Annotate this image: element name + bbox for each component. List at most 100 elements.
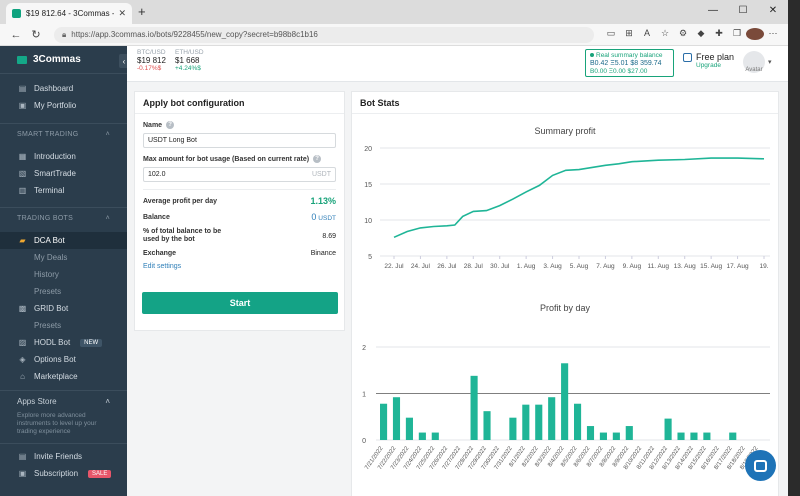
sidebar-item-grid-bot[interactable]: ▩ GRID Bot bbox=[0, 300, 127, 317]
profit-bar[interactable] bbox=[612, 432, 620, 440]
section-trading-bots[interactable]: TRADING BOTS ˄ bbox=[0, 207, 127, 229]
back-icon[interactable]: ← bbox=[6, 29, 26, 41]
profit-bar[interactable] bbox=[483, 411, 491, 440]
sidebar-item-marketplace[interactable]: ⌂ Marketplace bbox=[0, 368, 127, 385]
plan-info[interactable]: Free plan Upgrade bbox=[683, 52, 734, 69]
profit-bar[interactable] bbox=[625, 426, 633, 440]
menu-dots-icon[interactable]: ⋯ bbox=[764, 28, 782, 42]
sidebar-item-smarttrade[interactable]: ▧ SmartTrade bbox=[0, 165, 127, 182]
sidebar-item-introduction[interactable]: ▦ Introduction bbox=[0, 148, 127, 165]
favorite-star-icon[interactable]: ☆ bbox=[656, 28, 674, 42]
profit-bar[interactable] bbox=[690, 432, 698, 440]
new-tab-button[interactable]: + bbox=[138, 4, 146, 19]
sidebar-item-terminal[interactable]: ▥ Terminal bbox=[0, 182, 127, 199]
avatar[interactable]: Avatar bbox=[743, 51, 765, 73]
edit-settings-link[interactable]: Edit settings bbox=[143, 263, 336, 270]
collections-icon[interactable]: ❐ bbox=[728, 28, 746, 42]
brand-icon bbox=[17, 55, 27, 64]
chevron-down-icon[interactable]: ▾ bbox=[768, 58, 772, 66]
sidebar-item-history[interactable]: History bbox=[0, 266, 127, 283]
browser-toolbar: ▭ ⊞ A ☆ ⚙ ◆ ✚ ❐ ⋯ bbox=[602, 27, 782, 42]
profit-bar[interactable] bbox=[418, 432, 426, 440]
profit-bar[interactable] bbox=[548, 397, 556, 440]
profit-bar[interactable] bbox=[470, 375, 478, 440]
puzzle-icon[interactable]: ✚ bbox=[710, 28, 728, 42]
profit-bar[interactable] bbox=[574, 403, 582, 440]
section-smart-trading[interactable]: SMART TRADING ˄ bbox=[0, 123, 127, 145]
read-aloud-icon[interactable]: A bbox=[638, 28, 656, 42]
profit-bar[interactable] bbox=[703, 432, 711, 440]
url-field[interactable]: 🔒︎ https://app.3commas.io/bots/9228455/n… bbox=[54, 26, 594, 43]
chevron-up-icon: ˄ bbox=[105, 397, 110, 406]
chat-support-button[interactable] bbox=[745, 450, 776, 481]
sidebar-item-dashboard[interactable]: ▤ Dashboard bbox=[0, 80, 127, 97]
sidebar-item-portfolio[interactable]: ▣ My Portfolio bbox=[0, 97, 127, 114]
introduction-icon: ▦ bbox=[18, 152, 27, 161]
sidebar-item-dca-bot[interactable]: ▰ DCA Bot bbox=[0, 232, 127, 249]
maximize-button[interactable]: ☐ bbox=[728, 0, 758, 20]
sidebar-item-my-deals[interactable]: My Deals bbox=[0, 249, 127, 266]
profit-bar[interactable] bbox=[561, 363, 569, 440]
profit-bar[interactable] bbox=[509, 417, 517, 440]
profit-bar[interactable] bbox=[664, 418, 672, 440]
profit-bar[interactable] bbox=[535, 404, 543, 440]
exchange-row: Exchange Binance bbox=[143, 250, 336, 257]
smarttrade-icon: ▧ bbox=[18, 169, 27, 178]
profit-bar[interactable] bbox=[431, 432, 439, 440]
x-tick-label: 7. Aug bbox=[596, 263, 615, 270]
profit-bar[interactable] bbox=[599, 432, 607, 440]
profit-bar[interactable] bbox=[586, 426, 595, 440]
sidebar-item-subscription[interactable]: ▣ Subscription SALE bbox=[0, 465, 127, 482]
profit-bar[interactable] bbox=[522, 404, 530, 440]
summary-balance-box[interactable]: Real summary balance B0.42 Ξ5.01 $8 359.… bbox=[585, 49, 674, 77]
dashboard-icon: ▤ bbox=[18, 84, 27, 93]
sidebar-item-hodl-bot[interactable]: ▨ HODL Bot NEW bbox=[0, 334, 127, 351]
chevron-up-icon: ˄ bbox=[105, 131, 110, 138]
metamask-icon[interactable]: ◆ bbox=[692, 28, 710, 42]
apps-icon[interactable]: ⊞ bbox=[620, 28, 638, 42]
sidebar-item-presets[interactable]: Presets bbox=[0, 283, 127, 300]
max-amount-label: Max amount for bot usage (Based on curre… bbox=[143, 155, 336, 163]
chevron-up-icon: ˄ bbox=[105, 215, 110, 222]
bot-name-input[interactable]: USDT Long Bot bbox=[143, 133, 336, 148]
start-button[interactable]: Start bbox=[142, 292, 338, 314]
options-bot-icon: ◈ bbox=[19, 355, 26, 364]
profit-bar[interactable] bbox=[392, 397, 401, 440]
screen-icon[interactable]: ▭ bbox=[602, 28, 620, 42]
browser-tab[interactable]: $19 812.64 - 3Commas - Crypto ✕ bbox=[6, 3, 132, 24]
profit-bar[interactable] bbox=[677, 432, 685, 440]
sidebar-item-grid-presets[interactable]: Presets bbox=[0, 317, 127, 334]
brand-logo[interactable]: 3Commas bbox=[0, 46, 127, 74]
x-tick-label: 28. Jul bbox=[464, 263, 484, 270]
close-window-button[interactable]: ✕ bbox=[758, 0, 788, 20]
sale-badge: SALE bbox=[88, 469, 112, 478]
profit-bar[interactable] bbox=[405, 417, 413, 440]
btc-ticker[interactable]: BTC/USD $19 812 -0.17%$ bbox=[137, 49, 166, 73]
reload-icon[interactable]: ↻ bbox=[26, 28, 46, 41]
x-tick-label: 15. Aug bbox=[700, 263, 722, 270]
minimize-button[interactable]: — bbox=[698, 0, 728, 20]
profit-by-day-chart: 0127/21/20227/22/20227/23/20227/24/20227… bbox=[362, 345, 770, 471]
avg-profit-row: Average profit per day 1.13% bbox=[143, 196, 336, 206]
url-text: https://app.3commas.io/bots/9228455/new_… bbox=[71, 30, 318, 39]
x-tick-label: 24. Jul bbox=[411, 263, 431, 270]
sidebar-item-invite-friends[interactable]: ▤ Invite Friends bbox=[0, 448, 127, 465]
upgrade-link[interactable]: Upgrade bbox=[696, 62, 734, 69]
x-tick-label: 17. Aug bbox=[727, 263, 749, 270]
profit-bar[interactable] bbox=[729, 432, 737, 440]
y-tick-label: 10 bbox=[364, 218, 372, 225]
section-apps-store[interactable]: Apps Store ˄ bbox=[0, 390, 127, 412]
extension-icon[interactable]: ⚙ bbox=[674, 28, 692, 42]
profit-bar[interactable] bbox=[380, 403, 388, 440]
balance-pct-row: % of total balance to be used by the bot… bbox=[143, 228, 336, 243]
sidebar-item-options-bot[interactable]: ◈ Options Bot bbox=[0, 351, 127, 368]
x-tick-label: 22. Jul bbox=[384, 263, 404, 270]
profile-icon[interactable] bbox=[746, 27, 764, 42]
dca-bot-icon: ▰ bbox=[19, 236, 26, 245]
x-tick-label: 1. Aug bbox=[517, 263, 536, 270]
eth-ticker[interactable]: ETH/USD $1 668 +4.24%$ bbox=[175, 49, 204, 73]
help-icon[interactable]: ? bbox=[166, 121, 175, 129]
help-icon[interactable]: ? bbox=[313, 155, 322, 163]
max-amount-input[interactable]: 102.0 USDT bbox=[143, 167, 336, 182]
close-tab-icon[interactable]: ✕ bbox=[118, 8, 126, 19]
